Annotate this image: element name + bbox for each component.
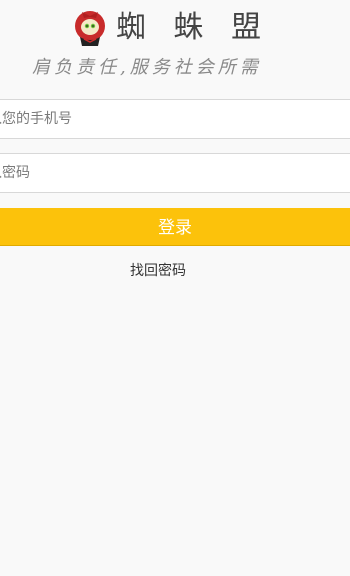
- spider-mascot-logo-icon: [75, 11, 105, 46]
- login-button[interactable]: 登录: [0, 208, 350, 246]
- password-input[interactable]: [0, 154, 350, 192]
- forgot-password-link[interactable]: 找回密码: [0, 261, 316, 281]
- app-title: 蜘 蛛 盟: [116, 10, 271, 45]
- password-field: [0, 153, 350, 193]
- phone-input[interactable]: [0, 100, 350, 138]
- login-page: 蜘 蛛 盟 肩负责任,服务社会所需 登录 找回密码: [0, 0, 350, 576]
- app-slogan: 肩负责任,服务社会所需: [32, 57, 262, 78]
- phone-field: [0, 99, 350, 139]
- brand-header: 蜘 蛛 盟: [0, 8, 350, 48]
